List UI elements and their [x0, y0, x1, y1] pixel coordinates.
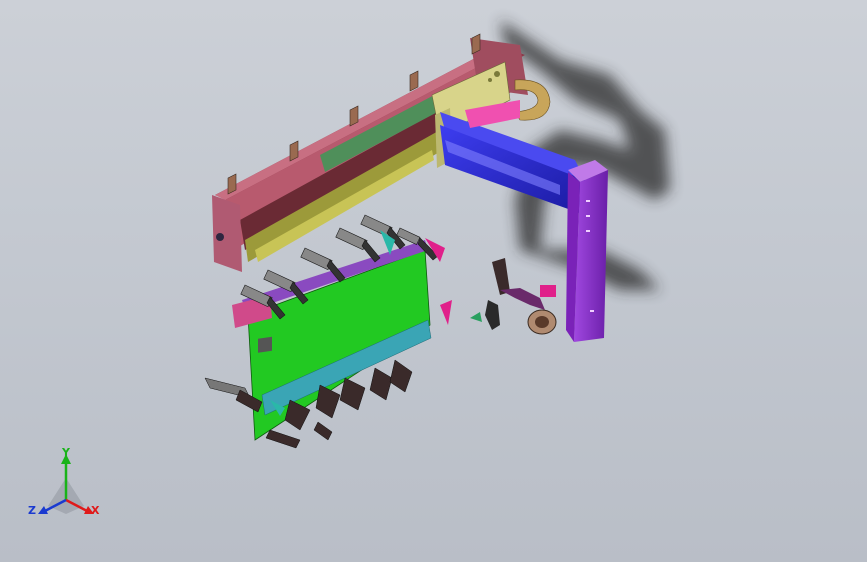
assembly-model[interactable]	[0, 0, 867, 562]
end-gripper[interactable]	[470, 258, 557, 335]
y-axis-label: Y	[61, 448, 71, 459]
z-axis-label: Z	[28, 504, 36, 517]
x-axis-label: X	[91, 504, 100, 517]
purple-column[interactable]	[566, 160, 608, 342]
curved-bracket[interactable]	[514, 79, 551, 121]
cad-viewport[interactable]: Y X Z	[0, 0, 867, 562]
view-orientation-triad[interactable]: Y X Z	[24, 448, 108, 524]
